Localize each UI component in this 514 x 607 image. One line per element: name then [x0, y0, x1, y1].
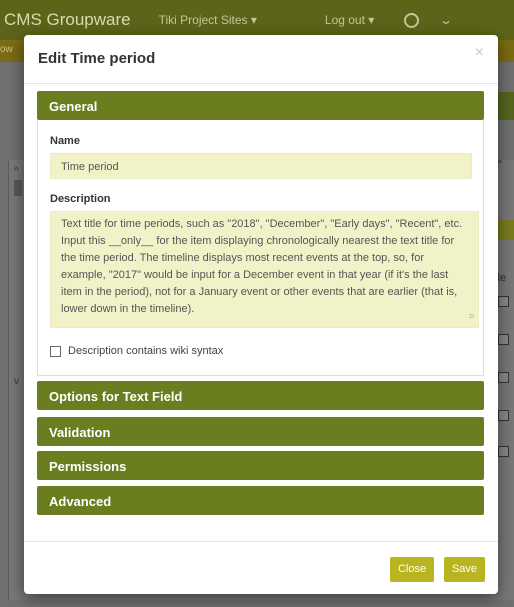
- sites-menu[interactable]: Tiki Project Sites ▾: [159, 13, 257, 27]
- name-label: Name: [50, 135, 80, 147]
- edit-time-period-dialog: Edit Time period × General Name Time per…: [24, 35, 498, 594]
- notice-strip-text: ow: [0, 44, 13, 55]
- description-text: Text title for time periods, such as "20…: [61, 218, 463, 315]
- resize-handle-icon[interactable]: ≏: [468, 308, 475, 325]
- background-checkbox: [498, 296, 509, 307]
- background-checkbox: [498, 446, 509, 457]
- section-general[interactable]: General: [37, 91, 484, 120]
- logout-menu[interactable]: Log out ▾: [325, 13, 374, 27]
- description-textarea[interactable]: Text title for time periods, such as "20…: [50, 211, 479, 328]
- save-button[interactable]: Save: [444, 557, 485, 582]
- dialog-header: Edit Time period ×: [24, 35, 498, 84]
- brand-logo[interactable]: CMS Groupware: [4, 10, 131, 30]
- general-section-body: Name Time period Description Text title …: [37, 120, 484, 376]
- close-icon[interactable]: ×: [475, 44, 484, 62]
- top-navbar: CMS Groupware Tiki Project Sites ▾ Log o…: [0, 0, 514, 40]
- description-label: Description: [50, 193, 111, 205]
- wiki-syntax-checkbox[interactable]: [50, 345, 61, 357]
- close-button[interactable]: Close: [390, 557, 434, 582]
- section-advanced[interactable]: Advanced: [37, 486, 484, 515]
- chevron-up-icon: ^: [14, 166, 19, 177]
- clock-icon[interactable]: [404, 12, 420, 28]
- background-checkbox: [498, 410, 509, 421]
- section-validation[interactable]: Validation: [37, 417, 484, 446]
- chevron-down-icon[interactable]: ⌄: [439, 13, 453, 27]
- background-scrollbar: [14, 180, 22, 196]
- background-checkbox: [498, 334, 509, 345]
- dialog-footer-divider: [24, 541, 498, 542]
- background-checkbox: [498, 372, 509, 383]
- wiki-syntax-row: Description contains wiki syntax: [50, 345, 223, 357]
- wiki-syntax-label: Description contains wiki syntax: [68, 345, 224, 357]
- section-options-text-field[interactable]: Options for Text Field: [37, 381, 484, 410]
- section-permissions[interactable]: Permissions: [37, 451, 484, 480]
- chevron-down-icon: v: [14, 376, 19, 387]
- name-input[interactable]: Time period: [50, 153, 472, 179]
- dialog-title: Edit Time period: [38, 50, 156, 67]
